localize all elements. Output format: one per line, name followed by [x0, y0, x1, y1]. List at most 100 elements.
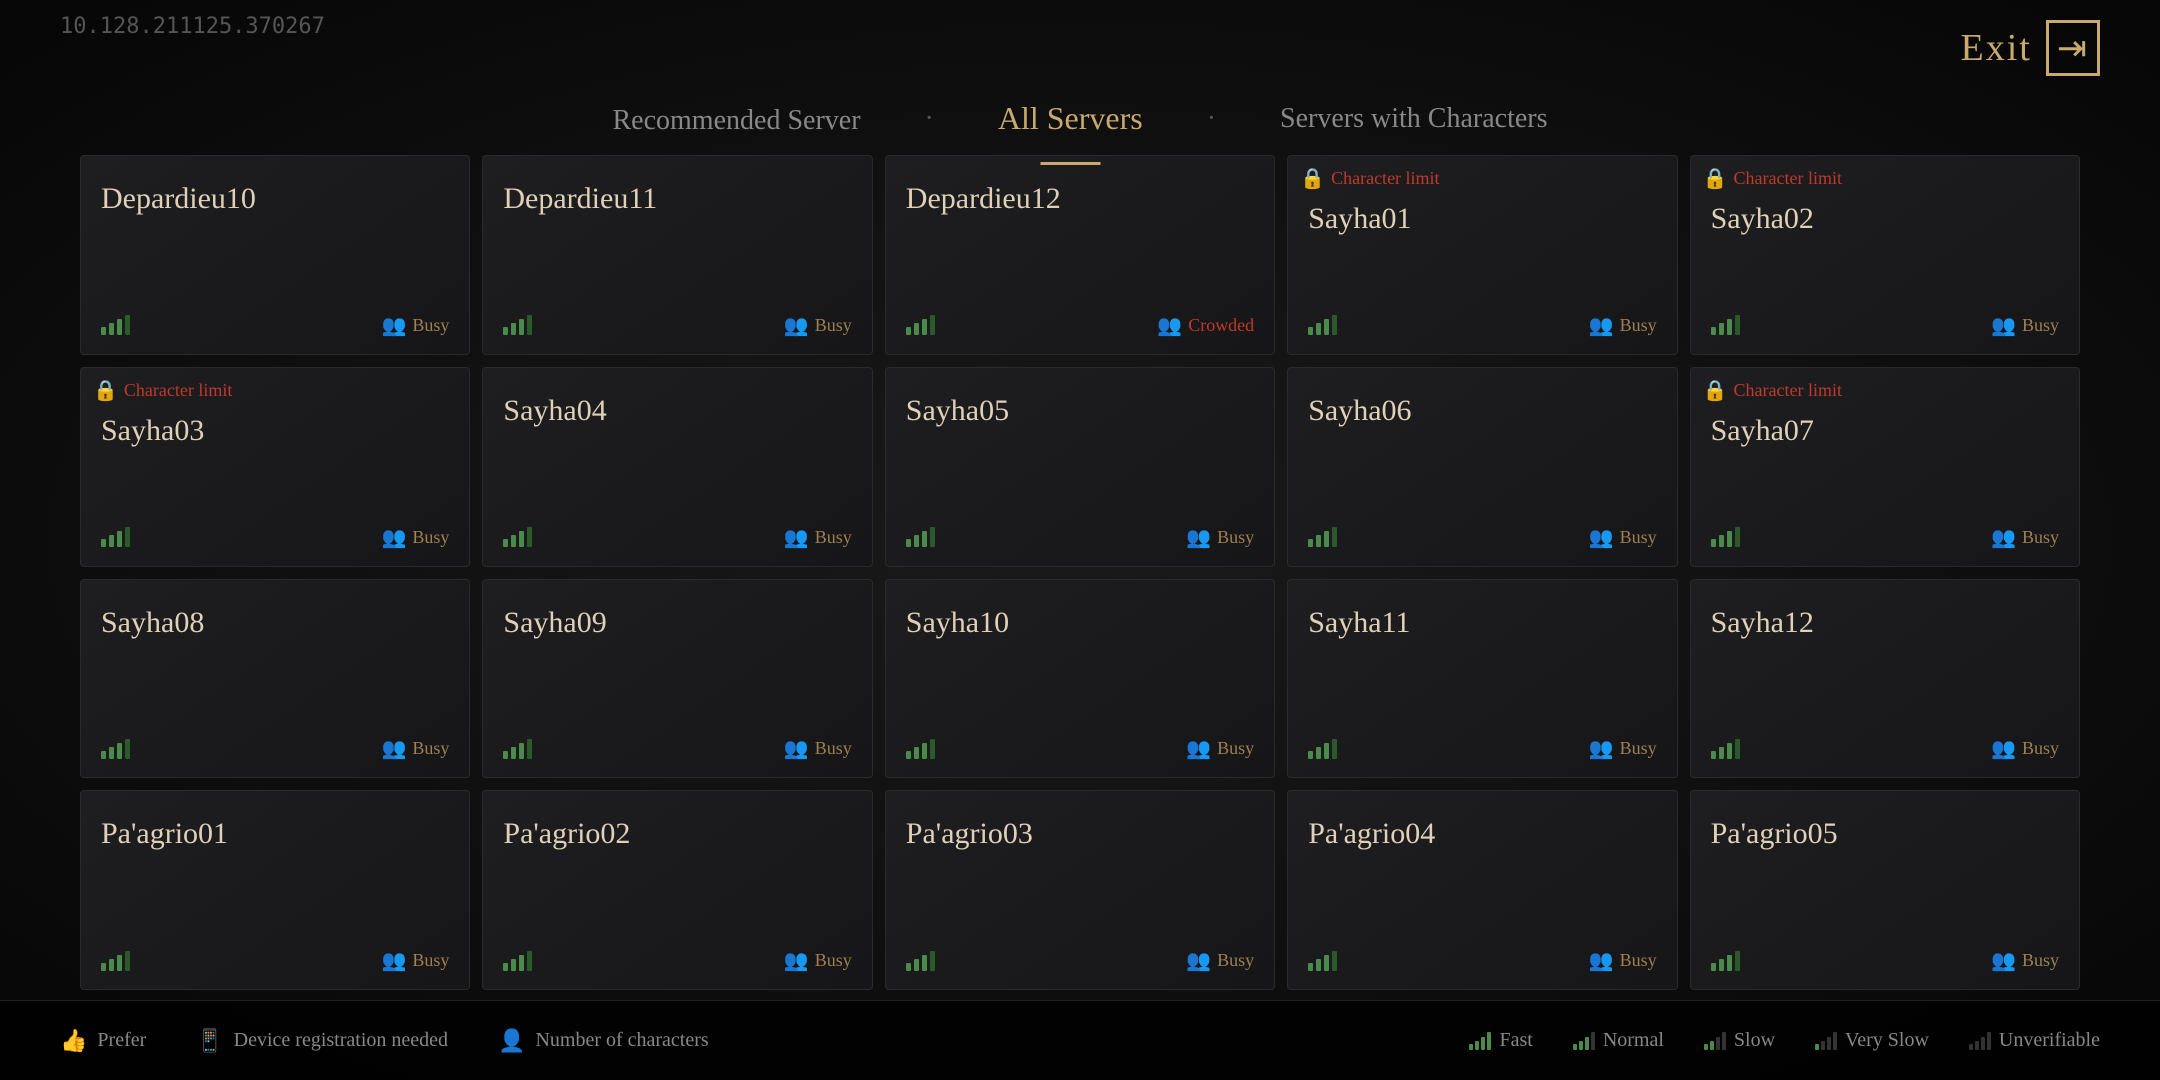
server-card-sayha05[interactable]: Sayha05 👥 Busy: [885, 367, 1275, 567]
signal-bars: [906, 739, 935, 759]
server-card-depardieu12[interactable]: Depardieu12 👥 Crowded: [885, 155, 1275, 355]
signal-bar-1: [1308, 327, 1313, 335]
server-card-sayha06[interactable]: Sayha06 👥 Busy: [1287, 367, 1677, 567]
signal-bar-4: [1332, 527, 1337, 547]
server-footer: 👥 Busy: [906, 525, 1254, 550]
status-icon: 👥: [381, 736, 406, 761]
exit-label: Exit: [1961, 26, 2032, 70]
signal-bar-1: [1711, 327, 1716, 335]
status-icon: 👥: [381, 525, 406, 550]
signal-bar-2: [1316, 959, 1321, 971]
signal-bar-4: [125, 527, 130, 547]
tab-characters[interactable]: Servers with Characters: [1220, 81, 1607, 157]
server-card-sayha04[interactable]: Sayha04 👥 Busy: [482, 367, 872, 567]
character-icon: 👤: [498, 1028, 525, 1054]
status-label: Busy: [412, 315, 449, 336]
lock-icon: 🔒: [1703, 166, 1728, 191]
server-card-sayha08[interactable]: Sayha08 👥 Busy: [80, 579, 470, 779]
slow-label: Slow: [1734, 1029, 1775, 1052]
signal-bar-4: [1332, 951, 1337, 971]
server-card-paagrio05[interactable]: Pa'agrio05 👥 Busy: [1690, 790, 2080, 990]
server-card-sayha02[interactable]: 🔒 Character limit Sayha02 👥 Busy: [1690, 155, 2080, 355]
signal-bar-3: [519, 319, 524, 335]
status-label: Busy: [1620, 315, 1657, 336]
server-card-sayha03[interactable]: 🔒 Character limit Sayha03 👥 Busy: [80, 367, 470, 567]
speed-slow: Slow: [1704, 1029, 1775, 1052]
signal-bar-2: [1719, 323, 1724, 335]
char-limit-label: Character limit: [1734, 380, 1842, 401]
server-grid: Depardieu10 👥 Busy Depardieu11 👥 Busy De…: [80, 155, 2080, 990]
signal-bar-2: [511, 323, 516, 335]
server-name: Sayha08: [101, 606, 449, 640]
signal-bar-1: [101, 751, 106, 759]
server-card-depardieu10[interactable]: Depardieu10 👥 Busy: [80, 155, 470, 355]
signal-bar-2: [914, 959, 919, 971]
server-name: Sayha09: [503, 606, 851, 640]
signal-bar-3: [1727, 319, 1732, 335]
server-card-sayha11[interactable]: Sayha11 👥 Busy: [1287, 579, 1677, 779]
prefer-label: Prefer: [97, 1029, 146, 1052]
server-card-sayha12[interactable]: Sayha12 👥 Busy: [1690, 579, 2080, 779]
server-card-paagrio01[interactable]: Pa'agrio01 👥 Busy: [80, 790, 470, 990]
server-name: Depardieu12: [906, 182, 1254, 216]
server-name: Pa'agrio01: [101, 817, 449, 851]
signal-bar-2: [914, 747, 919, 759]
status-badge: 👥 Busy: [784, 525, 852, 550]
tab-recommended[interactable]: Recommended Server: [552, 85, 920, 157]
device-icon: 📱: [196, 1028, 223, 1054]
tab-divider-1: ·: [921, 83, 938, 155]
status-icon: 👥: [784, 948, 809, 973]
server-name: Sayha07: [1711, 414, 2059, 448]
status-label: Busy: [815, 950, 852, 971]
signal-bar-4: [930, 951, 935, 971]
server-card-paagrio02[interactable]: Pa'agrio02 👥 Busy: [482, 790, 872, 990]
signal-bar-2: [914, 323, 919, 335]
status-badge: 👥 Busy: [1186, 736, 1254, 761]
signal-bars: [1308, 527, 1337, 547]
speed-unverifiable: Unverifiable: [1969, 1029, 2100, 1052]
signal-bar-2: [109, 535, 114, 547]
status-icon: 👥: [1186, 736, 1211, 761]
server-footer: 👥 Busy: [1308, 313, 1656, 338]
exit-button[interactable]: Exit ⇥: [1961, 20, 2101, 76]
status-label: Busy: [2022, 950, 2059, 971]
status-icon: 👥: [1157, 313, 1182, 338]
signal-bars: [101, 951, 130, 971]
status-icon: 👥: [784, 313, 809, 338]
server-card-sayha01[interactable]: 🔒 Character limit Sayha01 👥 Busy: [1287, 155, 1677, 355]
signal-bars: [906, 951, 935, 971]
signal-bars: [503, 315, 532, 335]
status-badge: 👥 Busy: [381, 525, 449, 550]
status-badge: 👥 Crowded: [1157, 313, 1254, 338]
server-card-depardieu11[interactable]: Depardieu11 👥 Busy: [482, 155, 872, 355]
signal-bar-3: [1324, 319, 1329, 335]
server-card-sayha07[interactable]: 🔒 Character limit Sayha07 👥 Busy: [1690, 367, 2080, 567]
server-card-sayha09[interactable]: Sayha09 👥 Busy: [482, 579, 872, 779]
signal-bar-1: [101, 963, 106, 971]
server-name: Depardieu10: [101, 182, 449, 216]
server-footer: 👥 Crowded: [906, 313, 1254, 338]
server-footer: 👥 Busy: [503, 525, 851, 550]
slow-bars: [1704, 1032, 1726, 1050]
server-footer: 👥 Busy: [1711, 313, 2059, 338]
characters-label: Number of characters: [535, 1029, 708, 1052]
signal-bar-1: [503, 539, 508, 547]
status-icon: 👥: [1186, 525, 1211, 550]
signal-bar-4: [125, 739, 130, 759]
status-icon: 👥: [1991, 313, 2016, 338]
signal-bar-3: [1324, 531, 1329, 547]
server-card-sayha10[interactable]: Sayha10 👥 Busy: [885, 579, 1275, 779]
tab-all-servers[interactable]: All Servers: [938, 80, 1203, 157]
signal-bar-3: [922, 743, 927, 759]
unverifiable-label: Unverifiable: [1999, 1029, 2100, 1052]
signal-bars: [1308, 951, 1337, 971]
ip-address: 10.128.211125.370267: [60, 14, 325, 39]
status-label: Busy: [412, 527, 449, 548]
status-icon: 👥: [1991, 525, 2016, 550]
status-icon: 👥: [1589, 948, 1614, 973]
signal-bar-4: [930, 527, 935, 547]
server-name: Depardieu11: [503, 182, 851, 216]
server-card-paagrio04[interactable]: Pa'agrio04 👥 Busy: [1287, 790, 1677, 990]
status-badge: 👥 Busy: [381, 736, 449, 761]
server-card-paagrio03[interactable]: Pa'agrio03 👥 Busy: [885, 790, 1275, 990]
